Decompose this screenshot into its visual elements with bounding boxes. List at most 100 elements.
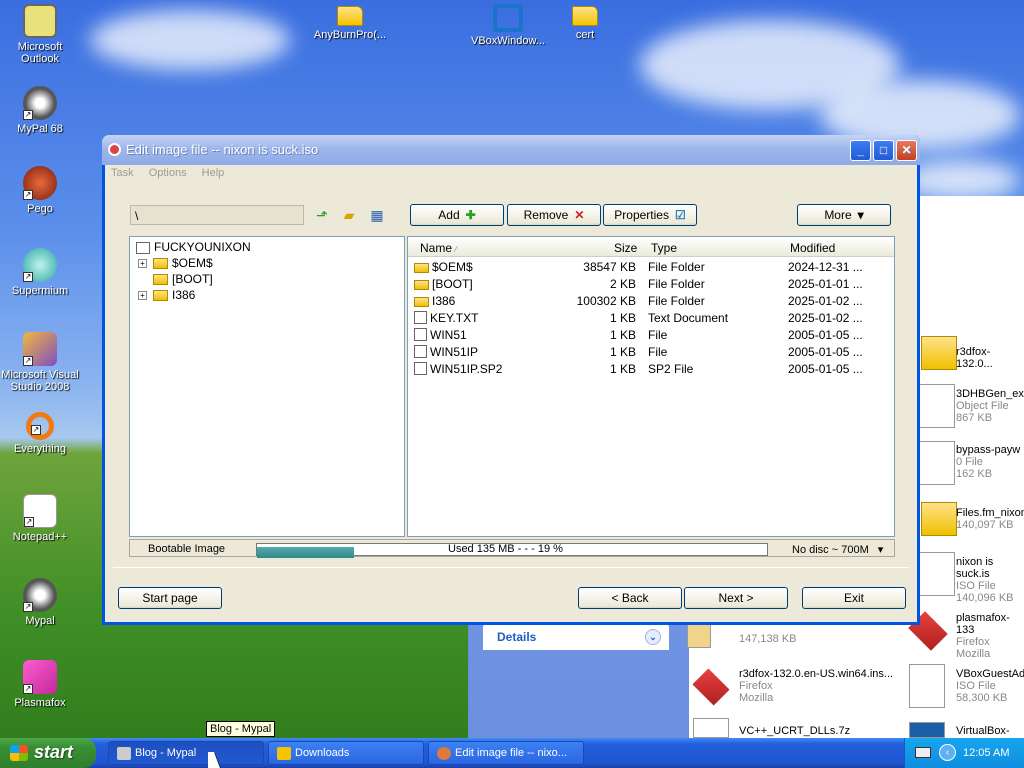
folder-icon [153,274,168,286]
plus-icon: ✚ [465,208,476,222]
file-icon [414,362,427,375]
new-folder-icon[interactable]: ▰ [339,205,359,225]
details-panel-header[interactable]: Details ⌄ [483,624,669,650]
iso-file-icon [909,664,945,708]
add-button[interactable]: Add ✚ [410,204,504,226]
disc-size-select[interactable]: No disc ~ 700M ▾ [792,543,883,556]
folder-icon [277,747,291,760]
table-row[interactable]: I386 100302 KB File Folder 2025-01-02 ... [414,292,894,309]
folder-icon [921,502,957,536]
column-modified[interactable]: Modified [790,241,835,255]
desktop-icon-notepadpp[interactable]: ↗ Notepad++ [0,494,80,543]
file-icon [919,384,955,428]
file-item[interactable]: 3DHBGen_exp Object File 867 KB [956,388,1024,424]
keyboard-icon[interactable] [915,747,931,758]
column-size[interactable]: Size [614,241,637,255]
file-list[interactable]: Name ⁄ Size Type Modified $OEM$ 38547 KB F… [407,236,895,537]
taskbar-item-edit-image[interactable]: Edit image file -- nixo... [428,741,584,765]
expand-icon: + [138,291,147,301]
folder-icon [414,297,429,307]
path-input[interactable]: \ [130,205,304,225]
folder-icon [153,258,168,270]
tree-item[interactable]: [BOOT] [153,272,213,286]
back-arrow-icon[interactable]: ‹ [939,744,956,761]
file-item[interactable]: VC++_UCRT_DLLs.7z [739,725,850,737]
menu-bar: Task Options Help [105,165,917,183]
up-folder-icon[interactable]: ⬏ [312,205,332,225]
file-item[interactable]: r3dfox-132.0.en-US.win64.ins... Firefox Mo… [739,668,893,704]
back-button[interactable]: < Back [578,587,682,609]
bootable-label: Bootable Image [148,543,226,555]
status-bar: Bootable Image Used 135 MB - - - 19 % No… [129,539,895,558]
minimize-button[interactable]: _ [850,140,871,161]
desktop-icon-plasmafox[interactable]: ↗ Plasmafox [0,660,80,709]
taskbar-item-mypal[interactable]: Blog - Mypal [108,741,264,765]
file-item[interactable]: bypass-payw 0 File 162 KB [956,444,1020,480]
everything-icon: ↗ [26,412,54,440]
file-item[interactable]: r3dfox-132.0... [956,346,1024,370]
desktop-icon-cert[interactable]: cert [545,6,625,41]
menu-help[interactable]: Help [196,165,231,179]
table-row[interactable]: WIN51 1 KB File 2005-01-05 ... [414,326,894,343]
desktop-icon-vboxwindow[interactable]: VBoxWindow... [468,4,548,47]
desktop-icon-everything[interactable]: ↗ Everything [0,412,80,455]
menu-task[interactable]: Task [105,165,140,179]
windows-logo-icon [10,745,28,761]
plasmafox-icon: ↗ [23,660,57,694]
next-button[interactable]: Next > [684,587,788,609]
folder-tree[interactable]: FUCKYOUNIXON + $OEM$ [BOOT] + I386 [129,236,405,537]
start-page-button[interactable]: Start page [118,587,222,609]
dropdown-arrow-icon: ▾ [857,208,864,222]
desktop-icon-mypal68[interactable]: ↗ MyPal 68 [0,86,80,135]
file-icon [693,718,729,738]
tree-item[interactable]: + $OEM$ [138,256,213,270]
desktop-icon-supermium[interactable]: ↗ Supermium [0,248,80,297]
tree-item[interactable]: + I386 [138,288,195,302]
file-item-size: 147,138 KB [739,633,797,645]
taskbar-item-downloads[interactable]: Downloads [268,741,424,765]
dialog-titlebar[interactable]: Edit image file -- nixon is suck.iso _ □… [102,135,920,165]
file-item[interactable]: plasmafox-133 Firefox Mozilla [956,612,1024,660]
table-row[interactable]: KEY.TXT 1 KB Text Document 2025-01-02 ... [414,309,894,326]
properties-icon: ☑ [674,208,686,222]
folder-icon [414,280,429,290]
desktop-icon-outlook[interactable]: Microsoft Outlook [0,4,80,65]
more-button[interactable]: More ▾ [797,204,891,226]
dialog-title: Edit image file -- nixon is suck.iso [126,142,319,157]
column-type[interactable]: Type [651,241,677,255]
tree-root[interactable]: FUCKYOUNIXON [136,240,251,254]
column-name[interactable]: Name ⁄ [420,241,457,255]
list-header: Name ⁄ Size Type Modified [408,237,894,257]
file-item[interactable]: nixon is suck.is ISO File 140,096 KB [956,556,1024,604]
chevron-down-icon[interactable]: ⌄ [645,629,661,645]
folder-icon [921,336,957,370]
desktop-icon-pego[interactable]: ↗ Pego [0,166,80,215]
table-row[interactable]: $OEM$ 38547 KB File Folder 2024-12-31 ... [414,258,894,275]
menu-options[interactable]: Options [143,165,193,179]
mypal-icon: ↗ [23,86,57,120]
vbox-icon [909,722,945,738]
used-label: Used 135 MB - - - 19 % [448,543,563,555]
mypal-icon [117,747,131,760]
table-row[interactable]: [BOOT] 2 KB File Folder 2025-01-01 ... [414,275,894,292]
maximize-button[interactable]: □ [873,140,894,161]
start-button[interactable]: start [0,738,96,768]
view-mode-icon[interactable]: ▦ [367,205,387,225]
desktop-icon-anyburnpro[interactable]: AnyBurnPro(... [310,6,390,41]
file-item[interactable]: VBoxGuestAdd ISO File 58,300 KB [956,668,1024,704]
taskbar: start Blog - Mypal Downloads Edit image … [0,738,1024,768]
disc-icon [136,241,150,254]
file-item[interactable]: Files.fm_nixon 140,097 KB [956,507,1024,531]
table-row[interactable]: WIN51IP 1 KB File 2005-01-05 ... [414,343,894,360]
cross-icon: ✕ [574,208,585,222]
text-file-icon [414,311,427,324]
desktop-icon-visual-studio[interactable]: ↗ Microsoft Visual Studio 2008 [0,332,80,393]
remove-button[interactable]: Remove ✕ [507,204,601,226]
desktop-icon-mypal[interactable]: ↗ Mypal [0,578,80,627]
folder-icon [572,6,598,26]
close-button[interactable]: ✕ [896,140,917,161]
clock[interactable]: 12:05 AM [963,747,1009,759]
exit-button[interactable]: Exit [802,587,906,609]
properties-button[interactable]: Properties ☑ [603,204,697,226]
table-row[interactable]: WIN51IP.SP2 1 KB SP2 File 2005-01-05 ... [414,360,894,377]
